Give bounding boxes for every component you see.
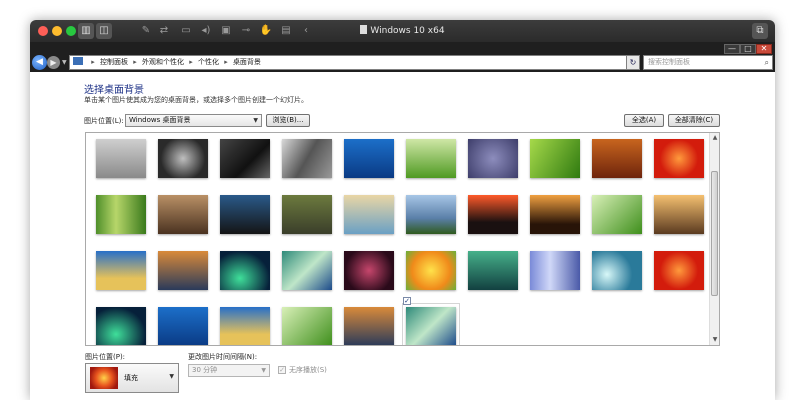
picture-position-label: 图片位置(P): — [85, 353, 126, 361]
wallpaper-thumbnail[interactable] — [468, 139, 518, 178]
shuffle-checkbox[interactable]: ✓ — [278, 366, 286, 374]
vm-titlebar: ▥ ◫ ✎ ⇄ ▭ ◂) ▣ ⊸ ✋ ▤ ‹ Windows 10 x64 ⧉ — [30, 20, 775, 42]
wallpaper-thumbnail[interactable] — [282, 195, 332, 234]
wallpaper-thumbnail[interactable] — [282, 251, 332, 290]
scroll-up-icon[interactable]: ▲ — [710, 133, 719, 143]
breadcrumb-item[interactable]: 控制面板 — [100, 58, 128, 66]
position-preview-image — [90, 367, 118, 389]
wallpaper-thumbnail[interactable] — [654, 251, 704, 290]
scrollbar-thumb[interactable] — [711, 171, 718, 296]
chevron-down-icon: ▼ — [261, 367, 266, 374]
page-title: 选择桌面背景 — [84, 85, 144, 96]
wallpaper-thumbnail[interactable] — [282, 307, 332, 345]
shuffle-label: 无序播放(S) — [289, 366, 327, 374]
wallpaper-thumbnail[interactable] — [406, 195, 456, 234]
chevron-down-icon: ▼ — [169, 373, 174, 380]
history-dropdown-icon[interactable]: ▼ — [62, 59, 67, 66]
document-icon — [360, 25, 368, 34]
breadcrumb-item[interactable]: 外观和个性化 — [142, 58, 184, 66]
select-all-button[interactable]: 全选(A) — [624, 114, 664, 127]
interval-value: 30 分钟 — [192, 366, 218, 374]
search-placeholder: 搜索控制面板 — [648, 58, 690, 66]
search-icon[interactable]: ⌕ — [765, 56, 769, 69]
wallpaper-thumbnail[interactable] — [406, 139, 456, 178]
wallpaper-thumbnail[interactable] — [158, 251, 208, 290]
wallpaper-thumbnail[interactable] — [158, 139, 208, 178]
thumbnail-checkbox[interactable]: ✓ — [403, 297, 411, 305]
wallpaper-thumbnail[interactable] — [344, 195, 394, 234]
page-description: 单击某个图片使其成为您的桌面背景，或选择多个图片创建一个幻灯片。 — [84, 96, 308, 104]
wallpaper-thumbnail[interactable] — [220, 195, 270, 234]
chevron-down-icon: ▼ — [253, 117, 258, 124]
scroll-down-icon[interactable]: ▼ — [710, 335, 719, 345]
vertical-scrollbar[interactable]: ▲ ▼ — [709, 133, 719, 345]
wallpaper-thumbnail[interactable] — [530, 251, 580, 290]
picture-position-value: 填充 — [124, 374, 138, 382]
clear-all-button[interactable]: 全部清除(C) — [668, 114, 720, 127]
maximize-button[interactable]: □ — [740, 44, 756, 54]
wallpaper-thumbnail[interactable] — [96, 195, 146, 234]
picture-location-label: 图片位置(L): — [84, 117, 124, 125]
breadcrumb-separator-icon: ▸ — [91, 58, 95, 66]
wallpaper-thumbnail[interactable]: ✓ — [402, 297, 460, 345]
picture-location-value: Windows 桌面背景 — [129, 116, 191, 124]
control-panel-icon — [73, 57, 83, 65]
wallpaper-thumbnail[interactable] — [158, 307, 208, 345]
wallpaper-thumbnail[interactable] — [592, 195, 642, 234]
picture-location-select[interactable]: Windows 桌面背景 ▼ — [125, 114, 262, 127]
vm-title: Windows 10 x64 — [30, 25, 775, 36]
address-bar[interactable]: ▸ 控制面板 ▸ 外观和个性化 ▸ 个性化 ▸ 桌面背景 ▼ — [69, 55, 640, 70]
vm-title-text: Windows 10 x64 — [370, 26, 445, 36]
wallpaper-thumbnail[interactable] — [220, 251, 270, 290]
wallpaper-grid: ✓ — [86, 133, 710, 345]
vm-window: ▥ ◫ ✎ ⇄ ▭ ◂) ▣ ⊸ ✋ ▤ ‹ Windows 10 x64 ⧉ … — [30, 20, 775, 400]
wallpaper-thumbnail[interactable] — [654, 139, 704, 178]
breadcrumb-separator-icon: ▸ — [189, 58, 193, 66]
search-input[interactable]: 搜索控制面板 ⌕ — [643, 55, 773, 70]
interval-select[interactable]: 30 分钟 ▼ — [188, 364, 270, 377]
wallpaper-thumbnail[interactable] — [530, 139, 580, 178]
desktop-background-panel: 选择桌面背景 单击某个图片使其成为您的桌面背景，或选择多个图片创建一个幻灯片。 … — [30, 72, 775, 400]
breadcrumb-separator-icon: ▸ — [133, 58, 137, 66]
wallpaper-thumbnail[interactable] — [344, 251, 394, 290]
wallpaper-thumbnail[interactable] — [344, 139, 394, 178]
breadcrumb-separator-icon: ▸ — [224, 58, 228, 66]
minimize-button[interactable]: — — [724, 44, 740, 54]
wallpaper-thumbnail[interactable] — [96, 251, 146, 290]
browse-button[interactable]: 浏览(B)... — [266, 114, 310, 127]
back-button[interactable]: ◀ — [32, 55, 47, 70]
wallpaper-thumbnail[interactable] — [282, 139, 332, 178]
wallpaper-thumbnail[interactable] — [592, 139, 642, 178]
wallpaper-thumbnail[interactable] — [592, 251, 642, 290]
wallpaper-thumbnail[interactable] — [530, 195, 580, 234]
breadcrumb-item[interactable]: 桌面背景 — [233, 58, 261, 66]
fullscreen-icon[interactable]: ⧉ — [752, 23, 768, 39]
wallpaper-thumbnail[interactable] — [96, 307, 146, 345]
wallpaper-thumbnail[interactable] — [344, 307, 394, 345]
wallpaper-thumbnail[interactable] — [96, 139, 146, 178]
refresh-icon[interactable]: ↻ — [626, 55, 640, 70]
wallpaper-thumbnail[interactable] — [654, 195, 704, 234]
explorer-header: — □ ✕ ◀ ▶ ▼ ▸ 控制面板 ▸ 外观和个性化 ▸ 个性化 ▸ 桌面背景… — [30, 42, 775, 72]
breadcrumb-item[interactable]: 个性化 — [198, 58, 219, 66]
close-button[interactable]: ✕ — [756, 44, 772, 54]
picture-position-select[interactable]: 填充 ▼ — [85, 363, 179, 393]
wallpaper-thumbnail[interactable] — [406, 251, 456, 290]
wallpaper-gallery: ✓ ▲ ▼ — [85, 132, 720, 346]
wallpaper-thumbnail[interactable] — [468, 195, 518, 234]
interval-label: 更改图片时间间隔(N): — [188, 353, 258, 361]
wallpaper-thumbnail[interactable] — [468, 251, 518, 290]
wallpaper-thumbnail[interactable] — [158, 195, 208, 234]
wallpaper-thumbnail[interactable] — [220, 139, 270, 178]
forward-button[interactable]: ▶ — [47, 56, 60, 69]
wallpaper-thumbnail[interactable] — [220, 307, 270, 345]
